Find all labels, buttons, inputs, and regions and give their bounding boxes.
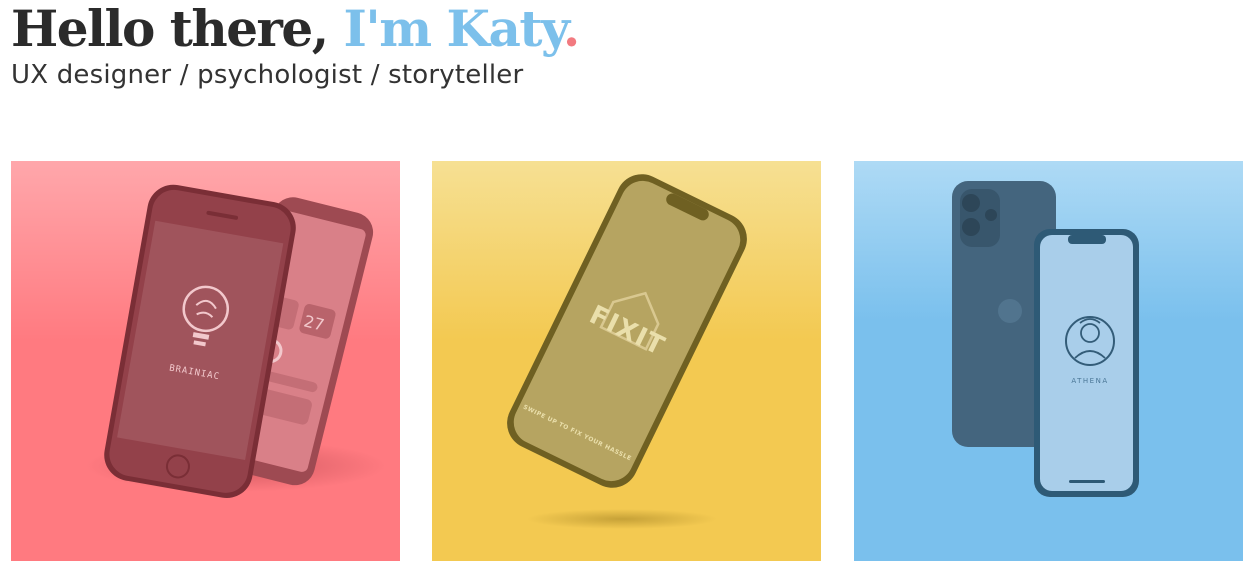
athena-logo-text: ATHENA (1071, 377, 1108, 385)
hero-subtitle: UX designer / psychologist / storyteller (11, 60, 524, 90)
hero-header: Hello there, I'm Katy. UX designer / psy… (11, 0, 580, 92)
fixit-mockup-image: FIXIT SWIPE UP TO FIX YOUR HASSLE (432, 161, 821, 561)
athena-mockup-image: ATHENA (854, 161, 1243, 561)
project-card-brainiac[interactable]: 27 BRAINIAC (11, 161, 400, 561)
hero-title: Hello there, I'm Katy. (11, 0, 580, 58)
brainiac-mockup-image: 27 BRAINIAC (11, 161, 400, 561)
name-text: I'm Katy (343, 0, 565, 58)
project-card-fixit[interactable]: FIXIT SWIPE UP TO FIX YOUR HASSLE (432, 161, 821, 561)
title-period: . (562, 0, 580, 58)
greeting-text: Hello there, (11, 0, 329, 58)
project-card-athena[interactable]: ATHENA (854, 161, 1243, 561)
